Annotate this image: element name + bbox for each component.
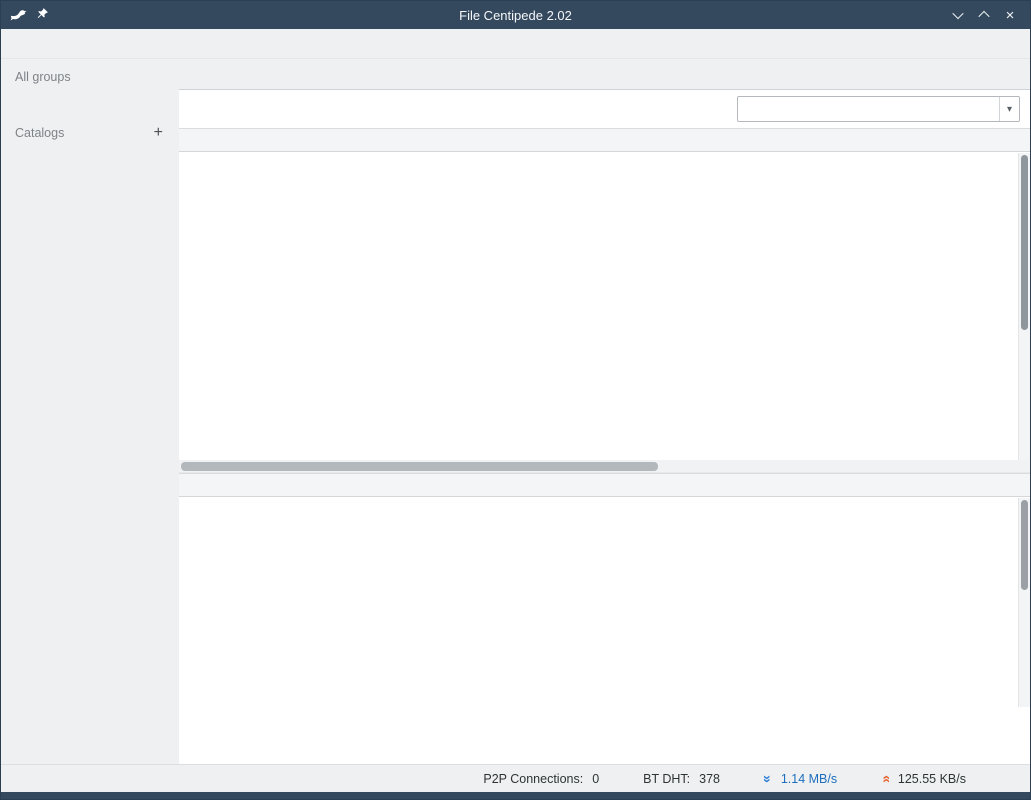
upload-speed-icon: » xyxy=(880,775,890,783)
peers-table-scrollbar[interactable] xyxy=(1018,498,1030,707)
main-area: All groups Catalogs + ▾ xyxy=(1,59,1030,764)
bt-dht: BT DHT: 378 xyxy=(643,772,720,786)
p2p-connections-value: 0 xyxy=(592,772,599,786)
close-button[interactable]: × xyxy=(998,4,1022,26)
p2p-connections-label: P2P Connections: xyxy=(483,772,583,786)
peers-table xyxy=(179,473,1030,707)
catalogs-label: Catalogs xyxy=(15,126,64,140)
catalogs-header: Catalogs + xyxy=(1,115,179,147)
total-upload-speed: 125.55 KB/s xyxy=(898,772,966,786)
total-upload: » 125.55 KB/s xyxy=(881,772,966,786)
titlebar-left xyxy=(1,6,49,24)
peers-table-body xyxy=(179,497,1030,707)
filter-dropdown-icon[interactable]: ▾ xyxy=(999,97,1019,121)
window-controls: × xyxy=(946,4,1030,26)
window-bottom-edge xyxy=(1,792,1030,799)
scrollbar-thumb[interactable] xyxy=(1021,155,1028,330)
tasks-filter: ▾ xyxy=(737,96,1020,122)
sidebar: All groups Catalogs + xyxy=(1,59,179,764)
task-table-body xyxy=(179,152,1030,460)
app-logo-bird-icon xyxy=(10,6,28,24)
task-table xyxy=(179,128,1030,460)
horizontal-scrollbar[interactable] xyxy=(179,460,1030,473)
minimize-icon xyxy=(952,8,963,19)
peers-table-header xyxy=(179,473,1030,497)
maximize-button[interactable] xyxy=(972,4,996,26)
scrollbar-thumb[interactable] xyxy=(181,462,658,471)
maximize-icon xyxy=(978,11,989,22)
pin-icon[interactable] xyxy=(36,7,49,23)
total-download-speed: 1.14 MB/s xyxy=(781,772,837,786)
task-table-header xyxy=(179,128,1030,152)
titlebar[interactable]: File Centipede 2.02 × xyxy=(1,1,1030,29)
total-download: » 1.14 MB/s xyxy=(764,772,837,786)
tasks-filter-input[interactable] xyxy=(738,102,999,116)
window-title: File Centipede 2.02 xyxy=(1,8,1030,23)
menubar xyxy=(1,29,1030,59)
minimize-button[interactable] xyxy=(946,4,970,26)
scrollbar-thumb[interactable] xyxy=(1021,500,1028,590)
bt-dht-value: 378 xyxy=(699,772,720,786)
bt-dht-label: BT DHT: xyxy=(643,772,690,786)
tabbar xyxy=(179,59,1030,90)
statusbar: P2P Connections: 0 BT DHT: 378 » 1.14 MB… xyxy=(1,764,1030,792)
all-groups-label[interactable]: All groups xyxy=(1,59,179,91)
app-window: File Centipede 2.02 × All groups Catalog… xyxy=(0,0,1031,800)
download-speed-icon: » xyxy=(763,775,773,783)
content: ▾ xyxy=(179,59,1030,764)
p2p-connections: P2P Connections: 0 xyxy=(483,772,599,786)
bottom-tabs xyxy=(179,707,1030,764)
task-table-scrollbar[interactable] xyxy=(1018,153,1030,460)
toolbar: ▾ xyxy=(179,90,1030,128)
add-catalog-button[interactable]: + xyxy=(154,127,163,139)
